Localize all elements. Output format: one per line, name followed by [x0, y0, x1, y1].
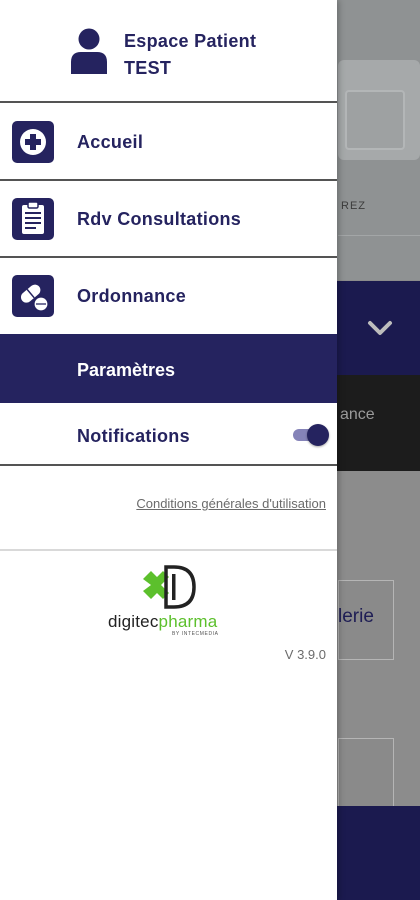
menu-item-home[interactable]: Accueil [0, 104, 337, 178]
settings-section-title: Paramètres [77, 360, 176, 380]
chevron-down-icon [368, 321, 392, 335]
divider [0, 549, 337, 551]
brand-name: digitecpharma [108, 612, 217, 632]
divider [0, 464, 337, 466]
account-subtitle: TEST [124, 58, 172, 78]
account-name: Espace Patient TEST [124, 28, 256, 82]
account-title: Espace Patient [124, 31, 257, 51]
clipboard-icon [12, 198, 54, 240]
menu-item-appointments[interactable]: Rdv Consultations [0, 181, 337, 255]
brand-name-part1: digitec [108, 612, 159, 631]
background-hero-detail [338, 235, 420, 236]
terms-link[interactable]: Conditions générales d'utilisation [136, 496, 326, 511]
background-hero-detail [345, 90, 405, 150]
app-version: V 3.9.0 [284, 647, 326, 662]
navigation-drawer: Espace Patient TEST Accueil Rdv Consulta… [0, 0, 337, 900]
background-hero-text: REZ [341, 200, 366, 212]
menu-item-label: Rdv Consultations [77, 209, 242, 229]
background-card [338, 738, 394, 808]
background-card-text: lerie [338, 606, 374, 627]
notifications-toggle[interactable] [293, 424, 329, 446]
drawer-header: Espace Patient TEST [0, 0, 337, 102]
notifications-label: Notifications [77, 426, 190, 446]
menu-item-label: Ordonnance [77, 286, 187, 306]
medical-cross-icon [12, 121, 54, 163]
divider [0, 101, 337, 103]
brand-subtitle: BY INTECMEDIA [172, 631, 219, 637]
digitecpharma-logo-icon [143, 565, 196, 609]
menu-item-prescription[interactable]: Ordonnance [0, 258, 337, 332]
user-icon [71, 28, 107, 74]
toggle-knob [307, 424, 329, 446]
menu-item-label: Accueil [77, 132, 144, 152]
brand-name-part2: pharma [158, 612, 218, 631]
pills-icon [12, 275, 54, 317]
background-text: ance [340, 406, 375, 423]
